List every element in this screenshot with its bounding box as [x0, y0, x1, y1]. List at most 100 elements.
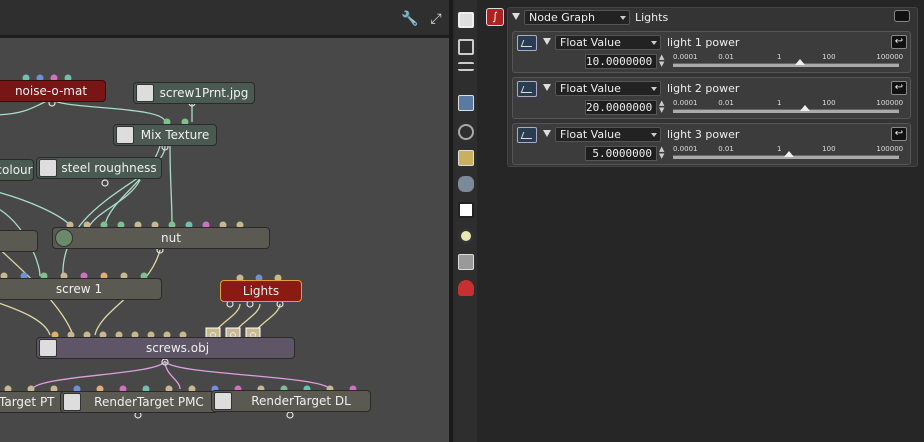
node-label: screws.obj: [145, 341, 210, 355]
scale-tick-label: 0.0001: [673, 145, 698, 153]
graph-icon[interactable]: [517, 35, 537, 51]
node-render-target-pmc[interactable]: RenderTarget PMC: [60, 391, 218, 413]
graph-type-label: Node Graph: [529, 11, 595, 24]
scale-tick-label: 0.01: [718, 53, 734, 61]
graph-options-button[interactable]: [894, 10, 910, 22]
node-screws-obj[interactable]: screws.obj: [36, 337, 295, 359]
node-wire[interactable]: [164, 360, 331, 390]
node-label: Mix Texture: [140, 128, 210, 142]
value-spinner[interactable]: ▲ ▼: [659, 146, 667, 161]
image-icon[interactable]: [458, 95, 474, 111]
node-label: Target PT: [0, 395, 55, 409]
image-file-icon: [136, 84, 154, 102]
node-pin[interactable]: [286, 411, 294, 419]
sun-icon[interactable]: [458, 228, 474, 244]
collapse-triangle-icon[interactable]: [543, 84, 551, 91]
node-label: noise-o-mat: [14, 84, 88, 98]
graph-icon[interactable]: [517, 81, 537, 97]
scale-tick-label: 0.0001: [673, 99, 698, 107]
node-wire[interactable]: [0, 300, 51, 336]
chevron-down-icon: [651, 87, 657, 91]
value-spinner[interactable]: ▲ ▼: [659, 100, 667, 115]
log-slider-track[interactable]: [673, 109, 899, 113]
chevron-down-icon: [620, 16, 626, 20]
node-mix-texture[interactable]: Mix Texture: [113, 124, 217, 146]
graph-type-dropdown[interactable]: Node Graph: [524, 10, 630, 25]
scale-tick-label: 0.01: [718, 99, 734, 107]
value-spinner[interactable]: ▲ ▼: [659, 54, 667, 69]
scale-tick-label: 100: [822, 53, 836, 61]
mesh-icon: [39, 339, 57, 357]
float-value-row: Float Value light 1 power ↩ 10.0000000 ▲ ▼ 0.0…: [512, 31, 911, 73]
collapse-triangle-icon[interactable]: [543, 130, 551, 137]
node-nut[interactable]: nut: [52, 227, 270, 249]
texture-icon[interactable]: [458, 150, 474, 166]
float-texture-icon: [39, 159, 57, 177]
node-graph-editor[interactable]: 🔧 ⤢ noise-o-mat screw1Prnt.jpg Mix Textu…: [0, 0, 449, 442]
slider-scale: 0.0001 0.01 1 100 100000: [673, 99, 903, 109]
chevron-down-icon: [651, 41, 657, 45]
scale-tick-label: 100: [822, 145, 836, 153]
mix-texture-icon: [116, 126, 134, 144]
node-wire[interactable]: [0, 190, 71, 226]
node-label: steel roughness: [61, 161, 157, 175]
scale-tick-label: 1: [776, 99, 782, 107]
slider-thumb[interactable]: [784, 151, 795, 157]
slider-thumb[interactable]: [800, 105, 811, 111]
camera-icon[interactable]: [458, 124, 474, 140]
node-screw-1[interactable]: screw 1: [0, 278, 162, 300]
list-icon[interactable]: [458, 62, 474, 71]
picture-icon[interactable]: [458, 202, 474, 218]
node-label: screw 1: [55, 282, 103, 296]
render-target-icon: [63, 393, 81, 411]
collapse-triangle-icon[interactable]: [512, 13, 520, 20]
value-input[interactable]: 20.0000000: [585, 100, 657, 115]
camera-settings-icon[interactable]: [458, 12, 474, 28]
noise-icon[interactable]: [458, 254, 474, 270]
value-type-dropdown[interactable]: Float Value: [555, 81, 661, 96]
value-name: light 2 power: [667, 82, 740, 95]
scale-tick-label: 100000: [876, 145, 904, 153]
scale-tick-label: 1: [776, 145, 782, 153]
node-pin[interactable]: [101, 179, 109, 187]
node-colour[interactable]: colour: [0, 159, 34, 181]
graph-name: Lights: [635, 11, 669, 24]
scale-tick-label: 100: [822, 99, 836, 107]
layers-icon[interactable]: [458, 39, 474, 55]
curve-button[interactable]: ↩: [891, 35, 907, 49]
node-lights[interactable]: Lights: [220, 280, 302, 302]
node-noise-o-mat[interactable]: noise-o-mat: [0, 80, 106, 102]
node-screw-print-texture[interactable]: screw1Prnt.jpg: [133, 82, 255, 104]
slider-scale: 0.0001 0.01 1 100 100000: [673, 53, 903, 63]
sphere-icon: [55, 229, 73, 247]
node-label: colour: [0, 163, 33, 177]
float-value-row: Float Value light 2 power ↩ 20.0000000 ▲ ▼ 0.0…: [512, 77, 911, 119]
value-name: light 1 power: [667, 36, 740, 49]
node-partial[interactable]: [0, 230, 38, 252]
collapse-triangle-icon[interactable]: [543, 38, 551, 45]
value-input[interactable]: 10.0000000: [585, 54, 657, 69]
node-label: Lights: [242, 284, 280, 298]
log-slider-track[interactable]: [673, 63, 899, 67]
pane-divider[interactable]: [449, 0, 453, 442]
curve-button[interactable]: ↩: [891, 81, 907, 95]
scale-tick-label: 0.01: [718, 145, 734, 153]
value-input[interactable]: 5.0000000: [585, 146, 657, 161]
slider-thumb[interactable]: [794, 59, 805, 65]
curve-button[interactable]: ↩: [891, 127, 907, 141]
graph-icon[interactable]: [517, 127, 537, 143]
node-render-target-dl[interactable]: RenderTarget DL: [211, 390, 371, 412]
node-graph-canvas[interactable]: [0, 0, 449, 442]
value-type-label: Float Value: [560, 36, 621, 49]
node-steel-roughness[interactable]: steel roughness: [36, 157, 162, 179]
value-type-label: Float Value: [560, 128, 621, 141]
material-icon[interactable]: [458, 280, 474, 296]
node-wire[interactable]: [31, 360, 166, 390]
database-icon[interactable]: [458, 176, 474, 192]
node-wire[interactable]: [169, 145, 173, 226]
value-type-dropdown[interactable]: Float Value: [555, 127, 661, 142]
node-graph-icon[interactable]: ∫: [486, 8, 504, 26]
value-type-dropdown[interactable]: Float Value: [555, 35, 661, 50]
node-label: nut: [161, 231, 181, 245]
chevron-down-icon: [651, 133, 657, 137]
